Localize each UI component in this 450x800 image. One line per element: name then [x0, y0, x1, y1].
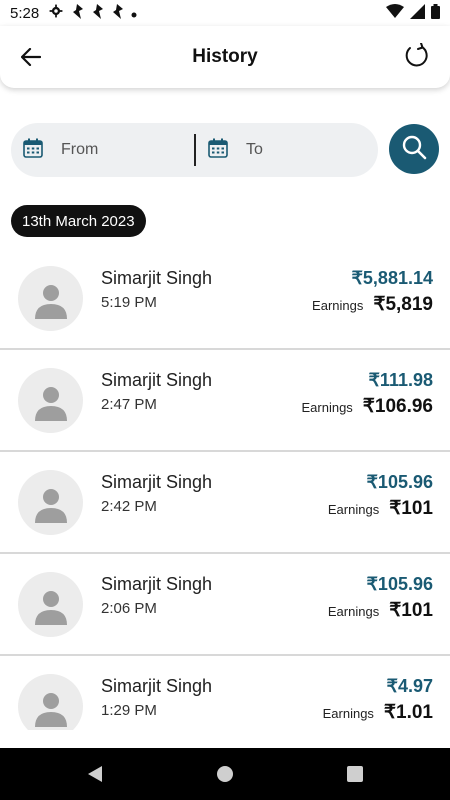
earnings-value: ₹101 [389, 498, 433, 519]
transaction-time: 1:29 PM [101, 702, 157, 719]
from-date-field[interactable]: From [11, 123, 194, 177]
status-bar: 5:28 [0, 0, 450, 26]
transaction-row[interactable]: Simarjit Singh 5:19 PM ₹5,881.14 Earning… [0, 248, 450, 350]
nav-home-icon[interactable] [215, 764, 235, 784]
status-time: 5:28 [10, 4, 40, 22]
calendar-icon [208, 138, 228, 163]
transaction-amount: ₹105.96 [366, 574, 433, 594]
earnings-value: ₹1.01 [383, 702, 433, 723]
transaction-list: Simarjit Singh 5:19 PM ₹5,881.14 Earning… [0, 248, 450, 730]
date-range-filter: From To [11, 123, 378, 177]
to-date-label: To [246, 141, 263, 158]
transaction-time: 2:47 PM [101, 396, 157, 413]
person-icon [34, 284, 67, 319]
to-date-field[interactable]: To [196, 123, 378, 177]
person-icon [34, 692, 67, 727]
earnings-line: Earnings ₹106.96 [301, 395, 433, 418]
earnings-label: Earnings [327, 502, 380, 517]
transaction-time: 2:06 PM [101, 600, 157, 617]
avatar [18, 266, 83, 331]
earnings-label: Earnings [312, 298, 364, 313]
avatar [18, 572, 83, 637]
earnings-label: Earnings [327, 604, 380, 619]
earnings-label: Earnings [301, 400, 353, 415]
signal-icon [410, 3, 425, 23]
nav-back-icon[interactable] [85, 764, 105, 784]
avatar [18, 368, 83, 433]
customer-name: Simarjit Singh [101, 268, 213, 288]
transaction-row[interactable]: Simarjit Singh 2:47 PM ₹111.98 Earnings … [0, 350, 450, 452]
avatar [18, 470, 83, 535]
customer-name: Simarjit Singh [101, 370, 213, 390]
transaction-amount: ₹111.98 [368, 370, 433, 390]
search-button[interactable] [389, 124, 439, 174]
transaction-time: 5:19 PM [101, 294, 157, 311]
person-icon [34, 590, 67, 625]
earnings-line: Earnings ₹1.01 [323, 701, 433, 724]
transaction-amount: ₹105.96 [366, 472, 433, 492]
nav-recents-icon[interactable] [345, 764, 365, 784]
back-arrow-icon[interactable] [16, 42, 46, 72]
refresh-icon[interactable] [400, 40, 432, 72]
transaction-amount: ₹5,881.14 [351, 268, 433, 288]
person-icon [34, 386, 67, 421]
earnings-line: Earnings ₹101 [328, 599, 433, 622]
battery-icon [431, 3, 440, 23]
earnings-value: ₹5,819 [373, 294, 433, 315]
person-icon [34, 488, 67, 523]
wifi-icon [386, 4, 404, 22]
earnings-label: Earnings [322, 706, 374, 721]
calendar-icon [23, 138, 43, 163]
avatar [18, 674, 83, 730]
search-icon [401, 134, 427, 165]
transaction-row[interactable]: Simarjit Singh 1:29 PM ₹4.97 Earnings ₹1… [0, 656, 450, 730]
from-date-label: From [61, 141, 99, 158]
transaction-row[interactable]: Simarjit Singh 2:06 PM ₹105.96 Earnings … [0, 554, 450, 656]
earnings-value: ₹101 [389, 600, 433, 621]
transaction-amount: ₹4.97 [386, 676, 434, 696]
settings-icon [49, 4, 63, 22]
more-notifications-dot-icon [131, 5, 137, 22]
earnings-line: Earnings ₹5,819 [312, 293, 433, 316]
customer-name: Simarjit Singh [101, 472, 213, 492]
app-bar: History [0, 26, 450, 88]
transaction-time: 2:42 PM [101, 498, 157, 515]
earnings-value: ₹106.96 [362, 396, 433, 417]
customer-name: Simarjit Singh [101, 676, 213, 696]
app-notification-icon [111, 3, 124, 23]
earnings-line: Earnings ₹101 [328, 497, 433, 520]
app-notification-icon [71, 3, 84, 23]
page-title: History [192, 46, 258, 67]
system-nav-bar [0, 748, 450, 800]
date-group-chip: 13th March 2023 [11, 205, 146, 237]
transaction-row[interactable]: Simarjit Singh 2:42 PM ₹105.96 Earnings … [0, 452, 450, 554]
app-notification-icon [91, 3, 104, 23]
customer-name: Simarjit Singh [101, 574, 213, 594]
